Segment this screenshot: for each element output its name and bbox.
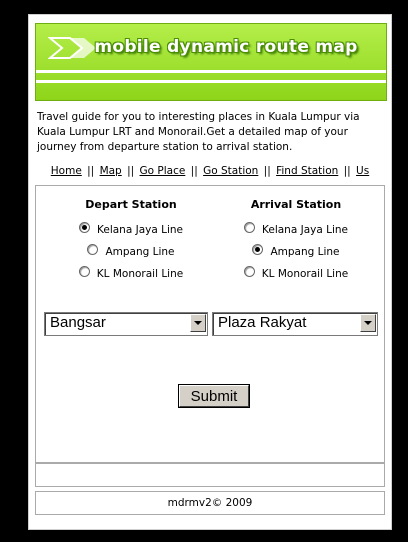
nav-home[interactable]: Home [51,165,82,177]
route-form: Depart Station Kelana Jaya Line Ampang L… [35,185,385,463]
nav-bar: Home || Map || Go Place || Go Station ||… [29,165,391,177]
nav-us[interactable]: Us [356,165,369,177]
depart-heading: Depart Station [85,198,177,211]
nav-map[interactable]: Map [100,165,122,177]
arrival-station-select[interactable]: Plaza Rakyat [212,312,378,336]
page: mobile dynamic route map Travel guide fo… [28,14,392,530]
radio-label: KL Monorail Line [261,268,349,280]
banner-stripe [36,80,386,83]
header-banner: mobile dynamic route map [35,23,387,101]
radio-label: KL Monorail Line [96,268,184,280]
arrival-radio-ampang[interactable] [252,243,264,255]
chevron-down-icon[interactable] [190,314,206,332]
depart-line-option[interactable]: Kelana Jaya Line [46,219,216,241]
arrival-station-value: Plaza Rakyat [218,314,307,331]
radio-label: Ampang Line [105,246,175,258]
nav-separator: || [127,165,135,177]
arrival-line-option[interactable]: Kelana Jaya Line [211,219,381,241]
depart-radio-kl-monorail[interactable] [78,265,90,277]
arrival-heading: Arrival Station [250,198,342,211]
nav-go-place[interactable]: Go Place [140,165,186,177]
footer-copyright: mdrmv2© 2009 [35,491,385,515]
nav-separator: || [190,165,198,177]
submit-button[interactable]: Submit [178,384,250,408]
depart-station-select[interactable]: Bangsar [44,312,208,336]
nav-go-station[interactable]: Go Station [203,165,258,177]
depart-line-option[interactable]: Ampang Line [46,241,216,263]
arrival-line-option[interactable]: Ampang Line [211,241,381,263]
nav-separator: || [263,165,271,177]
radio-label: Ampang Line [270,246,340,258]
page-title: mobile dynamic route map [94,37,358,57]
depart-station-value: Bangsar [50,314,106,331]
radio-label: Kelana Jaya Line [97,224,183,236]
nav-find-station[interactable]: Find Station [276,165,338,177]
depart-line-option[interactable]: KL Monorail Line [46,263,216,285]
nav-separator: || [343,165,351,177]
status-bar [35,463,385,487]
depart-column: Depart Station Kelana Jaya Line Ampang L… [46,198,216,285]
arrival-line-option[interactable]: KL Monorail Line [211,263,381,285]
arrival-radio-kelana-jaya[interactable] [244,221,255,233]
chevron-down-icon[interactable] [360,314,376,332]
radio-label: Kelana Jaya Line [262,224,348,236]
intro-text: Travel guide for you to interesting plac… [37,111,360,153]
banner-stripe [36,70,386,73]
depart-radio-ampang[interactable] [87,243,99,255]
nav-separator: || [87,165,95,177]
depart-radio-kelana-jaya[interactable] [79,221,90,233]
arrival-column: Arrival Station Kelana Jaya Line Ampang … [211,198,381,285]
arrival-radio-kl-monorail[interactable] [243,265,255,277]
